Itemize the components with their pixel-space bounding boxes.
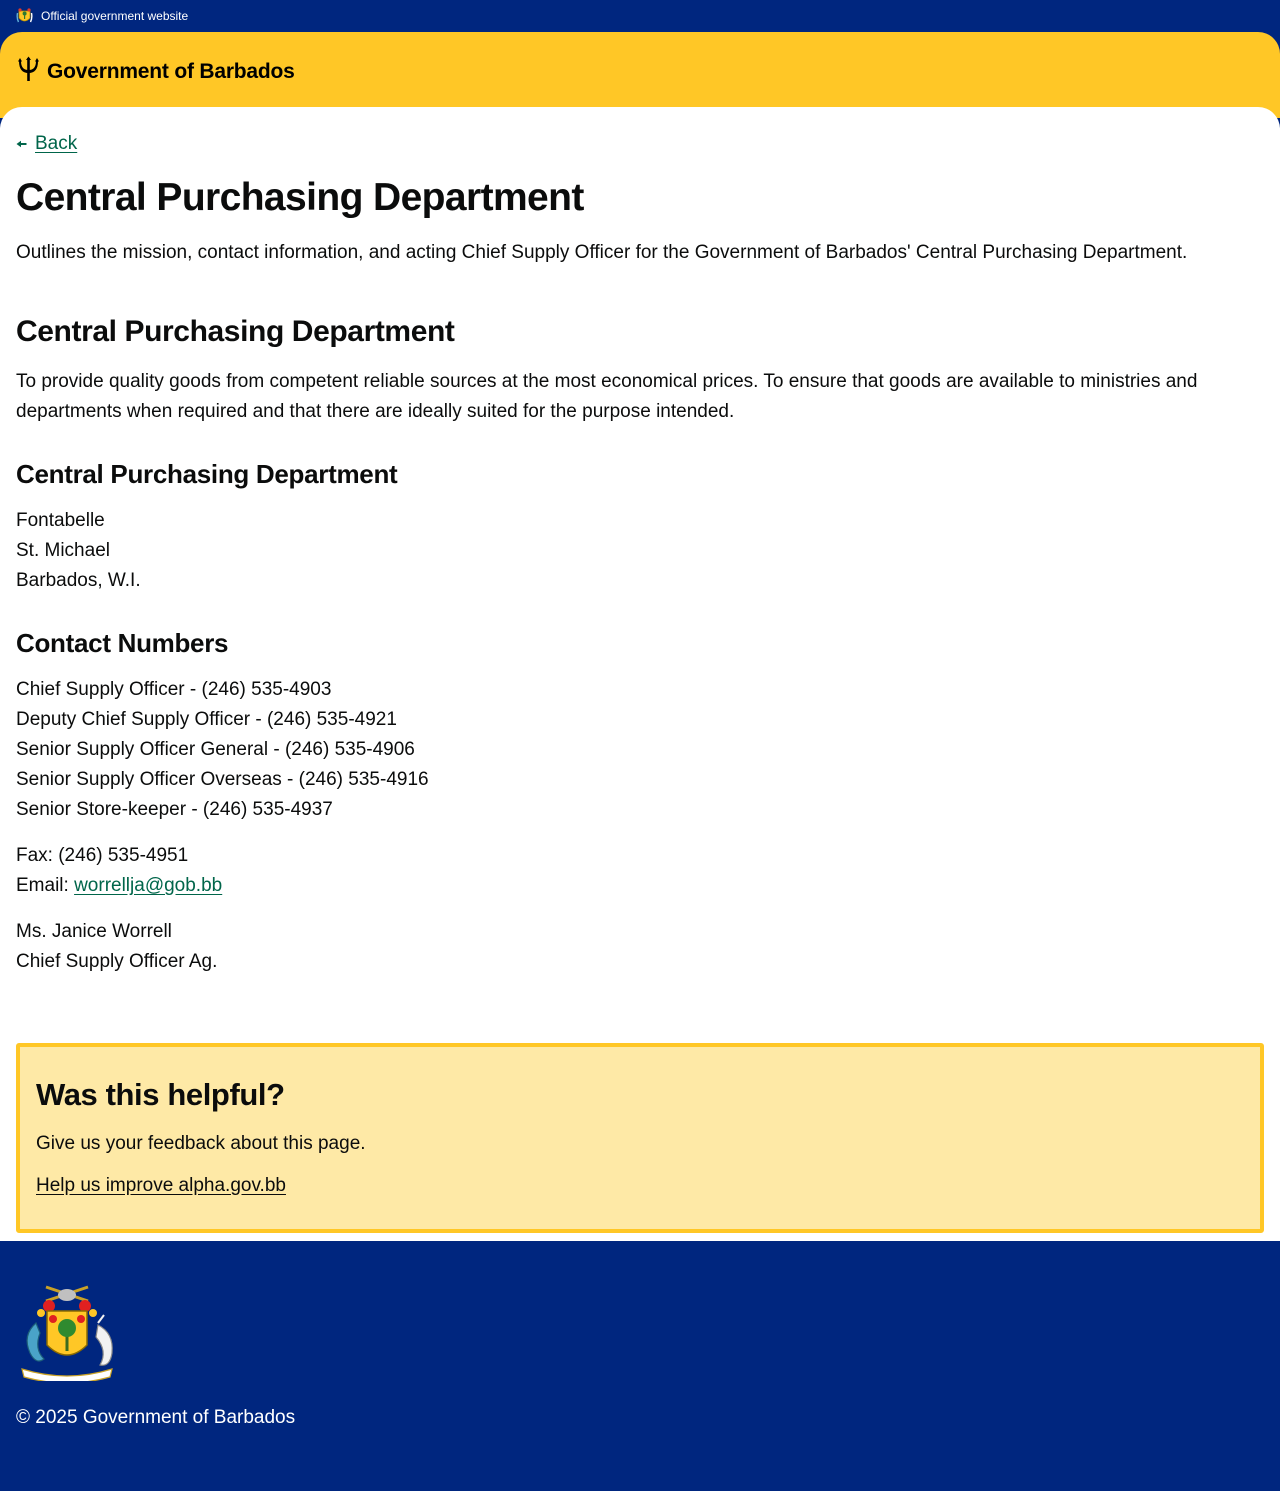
back-link[interactable]: Back [35, 133, 77, 155]
copyright: © 2025 Government of Barbados [16, 1406, 296, 1428]
coat-of-arms-icon [16, 1273, 118, 1384]
page-summary: Outlines the mission, contact informatio… [16, 241, 1188, 263]
page-title: Central Purchasing Department [16, 176, 584, 219]
contact-numbers-heading: Contact Numbers [16, 627, 229, 658]
address-line: Fontabelle [16, 509, 105, 531]
contact-number: Senior Supply Officer General - (246) 53… [16, 738, 415, 760]
feedback-heading: Was this helpful? [36, 1076, 285, 1112]
home-link[interactable]: Government of Barbados [16, 56, 295, 88]
contact-number: Senior Supply Officer Overseas - (246) 5… [16, 768, 429, 790]
email-label: Email: [16, 874, 75, 896]
feedback-link[interactable]: Help us improve alpha.gov.bb [36, 1175, 286, 1197]
official-site-banner: Official government website [0, 0, 1280, 32]
coat-of-arms-icon [16, 7, 33, 25]
site-footer: © 2025 Government of Barbados [0, 1240, 1280, 1451]
address-line: Barbados, W.I. [16, 569, 141, 591]
main-content: Back Central Purchasing Department Outli… [0, 107, 1280, 1241]
site-header: Government of Barbados [0, 32, 1280, 118]
mission-heading: Central Purchasing Department [16, 314, 455, 348]
address-block: Fontabelle St. Michael Barbados, W.I. [16, 506, 1264, 596]
contact-number: Senior Store-keeper - (246) 535-4937 [16, 798, 333, 820]
official-site-label: Official government website [41, 9, 189, 23]
contact-numbers-list: Chief Supply Officer - (246) 535-4903 De… [16, 675, 1264, 825]
fax-number: Fax: (246) 535-4951 [16, 844, 189, 866]
trident-icon [16, 56, 41, 88]
arrow-left-icon [16, 137, 27, 151]
email-link[interactable]: worrellja@gob.bb [74, 875, 222, 896]
brand-name: Government of Barbados [47, 60, 295, 83]
back-link-wrapper: Back [16, 133, 1264, 155]
email-line: Email: worrellja@gob.bb [16, 871, 1264, 901]
officer-block: Ms. Janice Worrell Chief Supply Officer … [16, 917, 1264, 977]
feedback-panel: Was this helpful? Give us your feedback … [16, 1042, 1264, 1233]
contact-number: Chief Supply Officer - (246) 535-4903 [16, 678, 332, 700]
fax-email-block: Fax: (246) 535-4951 Email: worrellja@gob… [16, 841, 1264, 901]
feedback-text: Give us your feedback about this page. [36, 1132, 366, 1154]
mission-text: To provide quality goods from competent … [16, 370, 1198, 422]
contact-number: Deputy Chief Supply Officer - (246) 535-… [16, 708, 397, 730]
address-heading: Central Purchasing Department [16, 458, 398, 489]
officer-title: Chief Supply Officer Ag. [16, 950, 218, 972]
address-line: St. Michael [16, 539, 110, 561]
officer-name: Ms. Janice Worrell [16, 920, 172, 942]
